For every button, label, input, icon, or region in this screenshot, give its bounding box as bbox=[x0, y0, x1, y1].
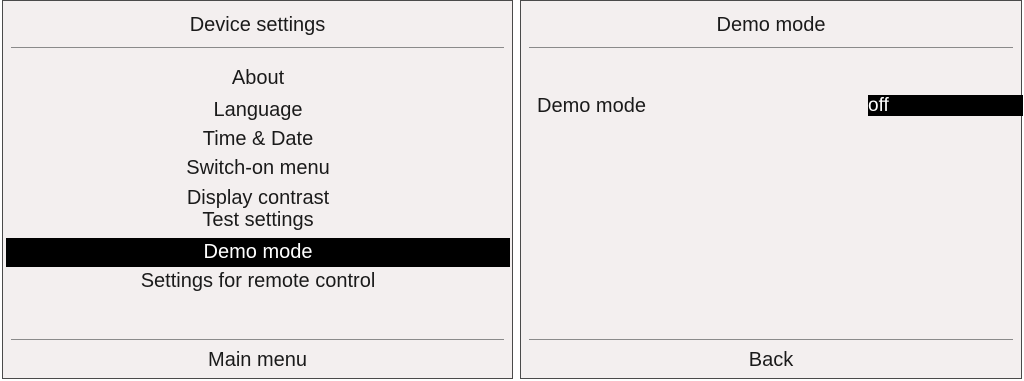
footer-divider bbox=[529, 339, 1013, 340]
screen-title: Device settings bbox=[189, 14, 326, 36]
demo-mode-label: Demo mode bbox=[537, 95, 646, 117]
menu-item-about[interactable]: About bbox=[6, 65, 510, 91]
menu-item-remote-control-settings[interactable]: Settings for remote control bbox=[6, 268, 510, 294]
menu-item-language[interactable]: Language bbox=[6, 97, 510, 123]
menu-item-demo-mode[interactable]: Demo mode bbox=[6, 238, 510, 267]
menu-item-test-settings[interactable]: Test settings bbox=[6, 207, 510, 233]
title-divider bbox=[529, 47, 1013, 48]
main-menu-button[interactable]: Main menu bbox=[3, 346, 512, 374]
demo-mode-value[interactable]: off bbox=[868, 95, 1023, 116]
screen-title: Demo mode bbox=[716, 14, 826, 36]
demo-mode-screen: Demo mode Demo mode off Back bbox=[520, 0, 1023, 379]
back-button[interactable]: Back bbox=[521, 346, 1021, 374]
menu-item-switch-on-menu[interactable]: Switch-on menu bbox=[6, 155, 510, 181]
title-divider bbox=[11, 47, 504, 48]
footer-divider bbox=[11, 339, 504, 340]
device-settings-screen: Device settings About Language Time & Da… bbox=[2, 0, 513, 379]
menu-item-time-date[interactable]: Time & Date bbox=[6, 126, 510, 152]
